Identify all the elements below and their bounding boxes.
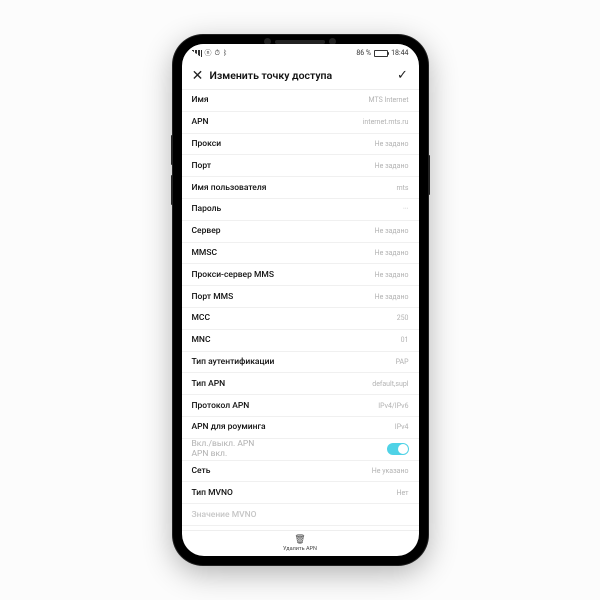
settings-row[interactable]: Пароль ··· [182, 199, 419, 221]
confirm-icon[interactable]: ✓ [395, 68, 411, 83]
trash-icon[interactable]: 🗑 [294, 535, 305, 545]
bluetooth-icon: ᛒ [223, 49, 227, 57]
row-label: Пароль [192, 204, 222, 214]
settings-list[interactable]: Имя MTS Internet APN internet.mts.ru Прокси Н… [182, 90, 419, 530]
row-label: Прокси-сервер MMS [192, 270, 275, 280]
settings-row[interactable]: Порт MMS Не задано [182, 286, 419, 308]
power-button[interactable] [428, 155, 430, 195]
screen: ⓝ ⏱ ᛒ 86 % 18:44 ✕ Изменить точку доступ… [182, 44, 419, 556]
row-value: Не задано [375, 162, 409, 170]
row-label: Сервер [192, 226, 221, 236]
row-label: MNC [192, 335, 211, 345]
toggle-switch[interactable] [387, 443, 409, 455]
settings-row[interactable]: Прокси-сервер MMS Не задано [182, 264, 419, 286]
settings-row[interactable]: APN для роуминга IPv4 [182, 417, 419, 439]
settings-row[interactable]: Сервер Не задано [182, 221, 419, 243]
close-icon[interactable]: ✕ [190, 68, 206, 84]
settings-row[interactable]: Значение MVNO [182, 504, 419, 526]
row-value: Не указано [372, 467, 409, 475]
battery-icon [374, 50, 388, 57]
row-label: MMSC [192, 248, 218, 258]
row-label: Тип MVNO [192, 488, 233, 498]
row-label: Значение MVNO [192, 510, 257, 520]
row-label: Порт MMS [192, 292, 234, 302]
row-label: Имя [192, 95, 209, 105]
row-value: default,supl [372, 380, 408, 388]
settings-row[interactable]: Имя пользователя mts [182, 177, 419, 199]
row-value: Нет [396, 489, 408, 497]
row-value: Не задано [375, 293, 409, 301]
settings-row[interactable]: APN internet.mts.ru [182, 112, 419, 134]
settings-row[interactable]: Порт Не задано [182, 155, 419, 177]
volume-up-button[interactable] [171, 135, 173, 165]
settings-row[interactable]: MMSC Не задано [182, 243, 419, 265]
status-bar-left: ⓝ ⏱ ᛒ [192, 48, 228, 58]
row-value: ··· [403, 205, 409, 213]
apn-toggle-row[interactable]: Вкл./выкл. APNAPN вкл. [182, 439, 419, 461]
row-value: PAP [396, 358, 409, 366]
battery-percent: 86 % [356, 49, 371, 57]
row-value: IPv4/IPv6 [378, 402, 408, 410]
status-bar-right: 86 % 18:44 [356, 49, 408, 57]
settings-row[interactable]: Тип MVNO Нет [182, 482, 419, 504]
settings-row[interactable]: MCC 250 [182, 308, 419, 330]
row-value: Не задано [375, 227, 409, 235]
row-value: 01 [401, 336, 409, 344]
settings-row[interactable]: Сеть Не указано [182, 461, 419, 483]
row-value: Не задано [375, 140, 409, 148]
network-icon: ⓝ [205, 48, 212, 58]
row-label: Порт [192, 161, 212, 171]
settings-row[interactable]: Имя MTS Internet [182, 90, 419, 112]
row-value: internet.mts.ru [363, 118, 409, 126]
settings-row[interactable]: Протокол APN IPv4/IPv6 [182, 395, 419, 417]
row-label: Тип APN [192, 379, 226, 389]
signal-icon [192, 50, 202, 57]
status-bar: ⓝ ⏱ ᛒ 86 % 18:44 [182, 44, 419, 62]
volume-down-button[interactable] [171, 175, 173, 205]
settings-row[interactable]: MNC 01 [182, 330, 419, 352]
settings-row[interactable]: Тип аутентификации PAP [182, 352, 419, 374]
toggle-label: Вкл./выкл. APNAPN вкл. [192, 439, 255, 459]
row-value: 250 [397, 314, 409, 322]
settings-row[interactable]: Прокси Не задано [182, 134, 419, 156]
clock: 18:44 [391, 49, 408, 57]
alarm-icon: ⏱ [215, 49, 220, 58]
row-value: Не задано [375, 271, 409, 279]
row-value: IPv4 [395, 423, 409, 431]
row-label: MCC [192, 313, 211, 323]
row-value: Не задано [375, 249, 409, 257]
phone-frame: ⓝ ⏱ ᛒ 86 % 18:44 ✕ Изменить точку доступ… [173, 35, 428, 565]
row-label: Сеть [192, 466, 211, 476]
row-label: Тип аутентификации [192, 357, 275, 367]
delete-apn-label[interactable]: Удалить APN [283, 546, 317, 552]
row-value: MTS Internet [368, 96, 408, 104]
row-value: mts [396, 184, 408, 192]
row-label: Прокси [192, 139, 222, 149]
settings-row[interactable]: Тип APN default,supl [182, 373, 419, 395]
row-label: APN [192, 117, 209, 127]
header: ✕ Изменить точку доступа ✓ [182, 62, 419, 90]
footer: 🗑 Удалить APN [182, 530, 419, 556]
page-title: Изменить точку доступа [206, 69, 395, 82]
row-label: Протокол APN [192, 401, 250, 411]
row-label: APN для роуминга [192, 422, 266, 432]
row-label: Имя пользователя [192, 183, 267, 193]
